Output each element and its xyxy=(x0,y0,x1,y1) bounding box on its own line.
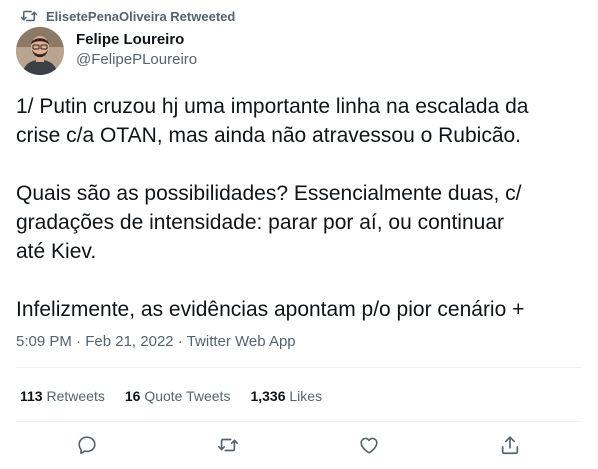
retweets-label: Retweets xyxy=(46,388,105,404)
likes-label: Likes xyxy=(289,388,323,404)
share-icon xyxy=(499,434,521,456)
avatar[interactable] xyxy=(16,27,64,75)
meta-separator: · xyxy=(76,333,82,350)
author-handle[interactable]: @FelipePLoureiro xyxy=(76,50,197,70)
reply-button[interactable] xyxy=(74,432,100,458)
likes-stat[interactable]: 1,336 Likes xyxy=(250,386,322,406)
quote-tweets-count: 16 xyxy=(124,388,141,404)
author-display-name[interactable]: Felipe Loureiro xyxy=(76,30,197,50)
tweet-date[interactable]: Feb 21, 2022 xyxy=(85,333,173,350)
meta-separator: · xyxy=(177,333,183,350)
retweets-count: 113 xyxy=(20,388,43,404)
tweet-stats: 113 Retweets 16 Quote Tweets 1,336 Likes xyxy=(20,386,322,406)
tweet-time[interactable]: 5:09 PM xyxy=(16,333,72,350)
divider xyxy=(16,367,582,368)
tweet-line: 1/ Putin cruzou hj uma importante linha … xyxy=(16,95,529,118)
tweet-line: crise c/a OTAN, mas ainda não atravessou… xyxy=(16,124,522,147)
quote-tweets-label: Quote Tweets xyxy=(144,388,231,404)
tweet-line: até Kiev. xyxy=(16,240,97,263)
reply-icon xyxy=(76,434,98,456)
retweet-icon xyxy=(217,434,239,456)
like-button[interactable] xyxy=(356,432,382,458)
tweet-line: gradações de intensidade: parar por aí, … xyxy=(16,211,504,234)
retweet-context-label: ElisetePenaOliveira Retweeted xyxy=(46,8,236,24)
quote-tweets-stat[interactable]: 16 Quote Tweets xyxy=(125,386,231,406)
share-button[interactable] xyxy=(497,432,523,458)
tweet-actions xyxy=(0,432,598,460)
heart-icon xyxy=(358,434,380,456)
retweet-context[interactable]: ElisetePenaOliveira Retweeted xyxy=(20,6,235,26)
tweet-source[interactable]: Twitter Web App xyxy=(187,333,296,350)
tweet-text: 1/ Putin cruzou hj uma importante linha … xyxy=(16,92,586,324)
tweet-line: Quais são as possibilidades? Essencialme… xyxy=(16,182,522,205)
retweet-icon xyxy=(20,7,38,25)
retweets-stat[interactable]: 113 Retweets xyxy=(20,386,105,406)
tweet-author: Felipe Loureiro @FelipePLoureiro xyxy=(16,27,197,75)
likes-count: 1,336 xyxy=(250,388,286,404)
tweet-meta: 5:09 PM · Feb 21, 2022 · Twitter Web App xyxy=(16,332,296,352)
retweet-button[interactable] xyxy=(215,432,241,458)
divider xyxy=(16,421,582,422)
tweet-line: Infelizmente, as evidências apontam p/o … xyxy=(16,298,525,321)
